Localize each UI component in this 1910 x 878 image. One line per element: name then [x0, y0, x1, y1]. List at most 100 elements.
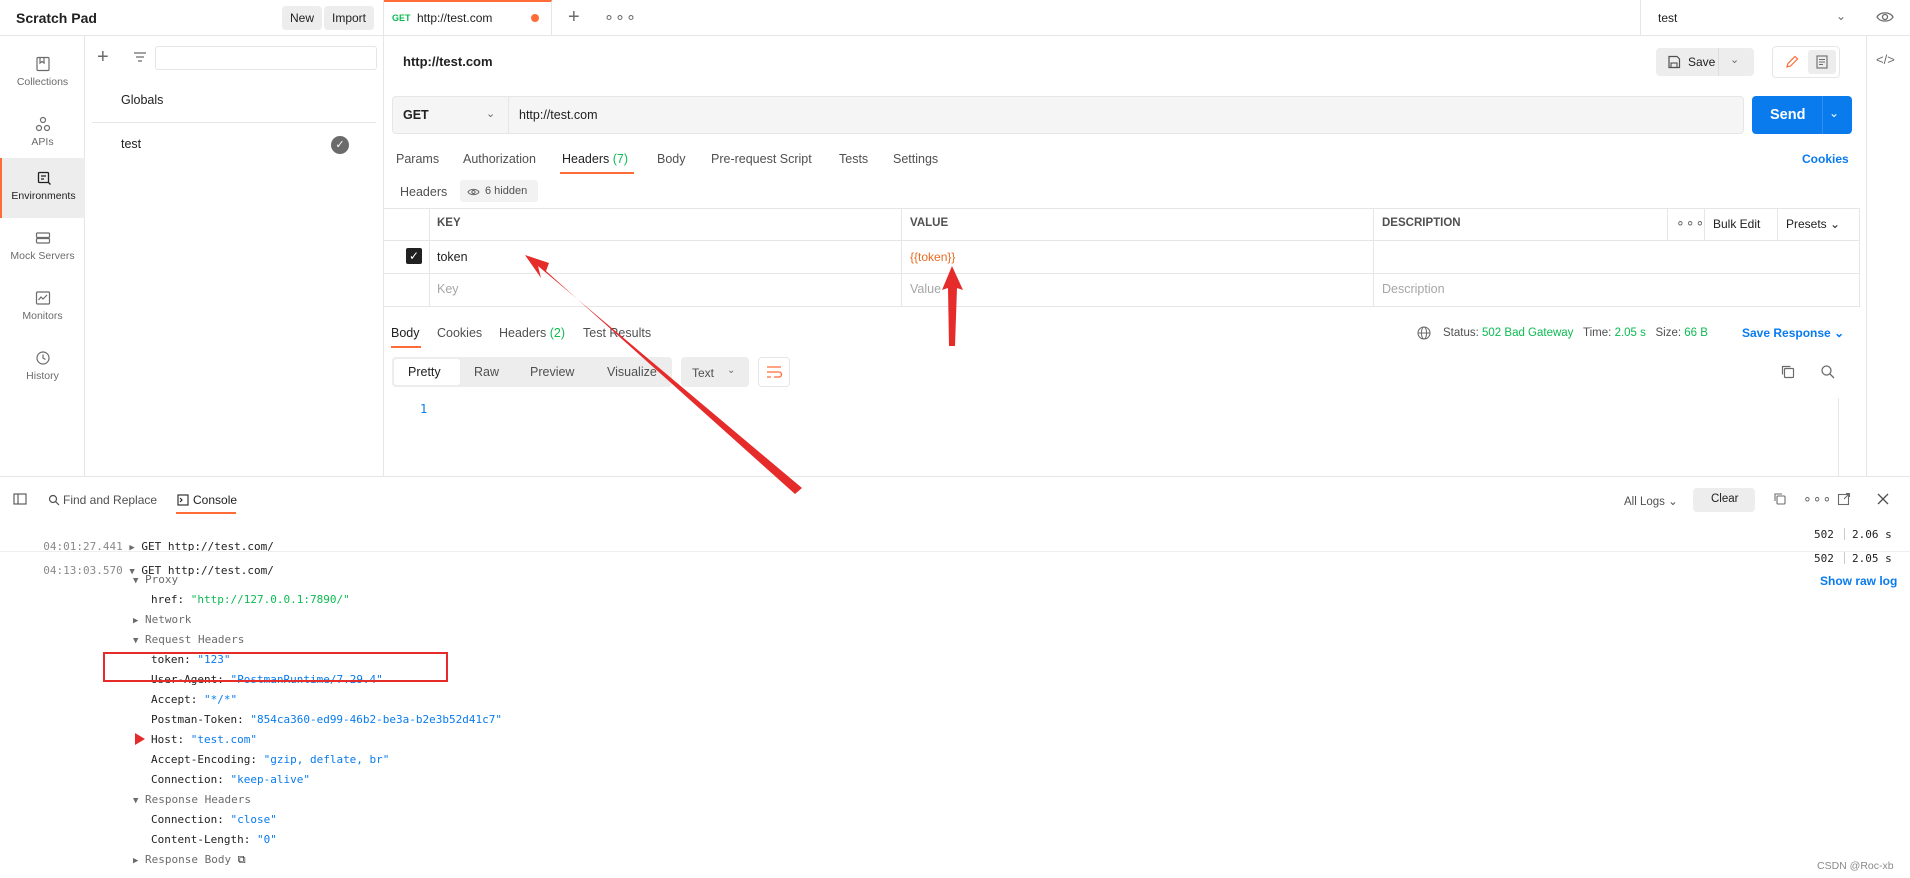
- tree-key: Connection:: [151, 813, 224, 826]
- tab-tests[interactable]: Tests: [839, 152, 868, 166]
- divider: [1844, 552, 1845, 564]
- response-tab-headers[interactable]: Headers (2): [499, 326, 565, 340]
- workspace-title: Scratch Pad: [16, 10, 97, 26]
- active-tab-indicator: [391, 346, 421, 348]
- import-button[interactable]: Import: [324, 6, 375, 30]
- response-tab-test-results[interactable]: Test Results: [583, 326, 651, 340]
- sidebar-item-apis[interactable]: APIs: [0, 104, 85, 162]
- sidebar-item-history[interactable]: History: [0, 338, 85, 396]
- clear-console-label: Clear: [1711, 493, 1739, 505]
- find-and-replace-button[interactable]: Find and Replace: [63, 493, 157, 507]
- tree-node-proxy[interactable]: ▼ Proxy: [133, 573, 178, 586]
- tab-body[interactable]: Body: [657, 152, 686, 166]
- bulk-edit-button[interactable]: Bulk Edit: [1713, 217, 1760, 231]
- left-sidebar-rail: Collections APIs Environments Mock Serve…: [0, 36, 85, 476]
- sidebar-item-monitors[interactable]: Monitors: [0, 278, 85, 336]
- tree-key: Accept-Encoding:: [151, 753, 257, 766]
- close-icon[interactable]: [1876, 492, 1890, 509]
- new-key-input[interactable]: Key: [437, 282, 459, 296]
- sidebar-item-collections[interactable]: Collections: [0, 44, 85, 102]
- document-icon[interactable]: [1808, 50, 1836, 74]
- environment-search-input[interactable]: [155, 46, 377, 70]
- size-label: Size:: [1655, 327, 1682, 339]
- tree-kv: Accept: "*/*": [151, 693, 237, 706]
- header-key-cell[interactable]: token: [437, 250, 468, 264]
- sidebar-item-environments[interactable]: Environments: [0, 158, 85, 218]
- hidden-headers-label: 6 hidden: [485, 185, 528, 197]
- console-log-entry[interactable]: 04:01:27.441 ▶ GET http://test.com/: [30, 527, 274, 553]
- column-header-description: DESCRIPTION: [1382, 217, 1461, 229]
- tree-node-label: Request Headers: [145, 633, 245, 646]
- header-enabled-checkbox[interactable]: ✓: [406, 248, 422, 264]
- search-icon[interactable]: [1820, 364, 1836, 383]
- sidebar-item-label: History: [26, 370, 59, 382]
- tree-node-label: Response Body: [145, 853, 232, 866]
- tree-value: "close": [230, 813, 277, 826]
- tree-node-request-headers[interactable]: ▼ Request Headers: [133, 633, 244, 646]
- chevron-down-icon[interactable]: ⌄: [1829, 106, 1839, 120]
- tab-headers[interactable]: Headers (7): [562, 152, 628, 166]
- response-tab-body[interactable]: Body: [391, 326, 420, 340]
- active-environment-check-icon[interactable]: ✓: [331, 136, 349, 154]
- copy-icon[interactable]: [1773, 492, 1787, 509]
- new-description-input[interactable]: Description: [1382, 282, 1445, 296]
- collapse-arrow-icon: ▼: [133, 576, 139, 586]
- show-raw-log-link[interactable]: Show raw log: [1820, 574, 1897, 588]
- log-level-select[interactable]: All Logs ⌄: [1624, 494, 1678, 508]
- env-list-item-test[interactable]: test: [121, 137, 141, 151]
- tree-key: Host:: [151, 733, 185, 746]
- format-visualize-button[interactable]: Visualize: [607, 365, 670, 379]
- mock-servers-icon: [35, 232, 50, 244]
- tab-authorization[interactable]: Authorization: [463, 152, 536, 166]
- tree-value: "gzip, deflate, br": [263, 753, 390, 766]
- filter-icon[interactable]: [133, 51, 147, 66]
- response-scrollbar[interactable]: [1838, 398, 1848, 476]
- tree-node-response-body[interactable]: ▶ Response Body ⧉: [133, 853, 246, 867]
- cookies-link[interactable]: Cookies: [1802, 152, 1849, 166]
- tree-kv: Accept-Encoding: "gzip, deflate, br": [151, 753, 389, 766]
- format-preview-button[interactable]: Preview: [530, 365, 574, 379]
- request-name[interactable]: http://test.com: [403, 54, 493, 69]
- more-tabs-icon[interactable]: ∘∘∘: [604, 7, 637, 27]
- presets-dropdown[interactable]: Presets ⌄: [1786, 217, 1840, 231]
- chevron-down-icon: ⌄: [1668, 496, 1678, 508]
- status-value[interactable]: 502 Bad Gateway: [1482, 327, 1573, 339]
- more-options-icon[interactable]: ∘∘∘: [1803, 490, 1832, 507]
- response-tab-headers-count: (2): [549, 326, 566, 340]
- format-raw-button[interactable]: Raw: [474, 365, 499, 379]
- save-response-label: Save Response: [1742, 326, 1831, 340]
- pencil-icon[interactable]: [1778, 50, 1806, 74]
- active-tab-indicator: [560, 172, 634, 174]
- sidebar-item-label: Monitors: [22, 310, 63, 322]
- response-tab-cookies[interactable]: Cookies: [437, 326, 482, 340]
- sidebar-item-mock-servers[interactable]: Mock Servers: [0, 218, 85, 276]
- tree-node-response-headers[interactable]: ▼ Response Headers: [133, 793, 251, 806]
- size-value[interactable]: 66 B: [1684, 327, 1708, 339]
- wrap-lines-button[interactable]: [758, 357, 790, 387]
- sidebar-toggle-icon[interactable]: [13, 493, 27, 508]
- tab-settings[interactable]: Settings: [893, 152, 938, 166]
- tree-node-network[interactable]: ▶ Network: [133, 613, 191, 626]
- new-value-input[interactable]: Value: [910, 282, 941, 296]
- header-value-cell[interactable]: {{token}}: [910, 250, 955, 264]
- time-value[interactable]: 2.05 s: [1615, 327, 1646, 339]
- env-list-item-globals[interactable]: Globals: [121, 93, 163, 107]
- tab-title: http://test.com: [417, 11, 493, 25]
- globe-icon[interactable]: [1417, 326, 1431, 343]
- copy-icon[interactable]: [1780, 364, 1796, 383]
- log-status: 502: [1814, 552, 1834, 565]
- url-input[interactable]: [508, 96, 1744, 134]
- tab-pre-request-script[interactable]: Pre-request Script: [711, 152, 812, 166]
- chevron-down-icon[interactable]: ⌄: [1730, 53, 1739, 66]
- popout-icon[interactable]: [1837, 492, 1851, 509]
- console-tab[interactable]: Console: [193, 493, 237, 507]
- eye-icon[interactable]: [1876, 8, 1894, 29]
- save-response-button[interactable]: Save Response ⌄: [1742, 326, 1844, 340]
- add-environment-plus-icon[interactable]: +: [97, 46, 109, 69]
- new-button[interactable]: New: [282, 6, 323, 30]
- more-options-icon[interactable]: ∘∘∘: [1676, 214, 1705, 231]
- tab-params[interactable]: Params: [396, 152, 439, 166]
- code-icon[interactable]: </>: [1876, 52, 1895, 67]
- external-link-icon[interactable]: ⧉: [238, 853, 246, 866]
- new-tab-plus-icon[interactable]: +: [568, 6, 580, 29]
